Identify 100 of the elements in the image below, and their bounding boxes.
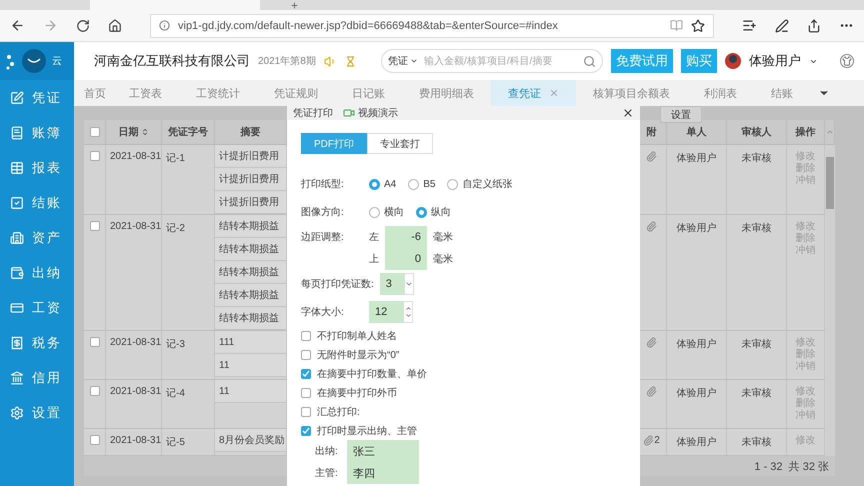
date-cell: 2021-08-31 <box>110 221 162 232</box>
radio[interactable] <box>369 178 380 190</box>
hourglass-icon[interactable] <box>344 56 356 66</box>
sidebar-item[interactable]: 设置 <box>0 395 74 430</box>
address-bar[interactable]: vip1-gd.jdy.com/default-newer.jsp?dbid=66669488&tab=&enterSource=#index <box>150 14 714 38</box>
action-link[interactable]: 修改 <box>796 435 816 447</box>
action-link[interactable]: 删除 <box>796 233 816 245</box>
checkbox-option[interactable]: 在摘要中打印数量、单价 <box>301 365 427 382</box>
avatar-icon[interactable] <box>725 53 741 69</box>
page-tab[interactable]: 查凭证 <box>491 80 576 106</box>
favorites-list-icon[interactable] <box>742 18 757 33</box>
search-scope[interactable]: 凭证 <box>388 54 418 68</box>
field-label: 打印纸型: <box>301 178 345 191</box>
checkbox-option[interactable]: 打印时显示出纳、主管 <box>301 422 417 439</box>
sidebar-item[interactable]: 工资 <box>0 290 74 325</box>
sidebar-item[interactable]: 报表 <box>0 150 74 185</box>
action-link[interactable]: 删除 <box>796 398 816 410</box>
checkbox-option[interactable]: 无附件时显示为“0” <box>301 346 400 363</box>
radio[interactable] <box>369 206 380 218</box>
radio-option[interactable]: A4 <box>369 178 396 190</box>
close-icon[interactable] <box>622 107 634 119</box>
paperclip-icon <box>646 151 657 162</box>
row-checkbox[interactable] <box>90 386 100 396</box>
action-link[interactable]: 冲销 <box>796 245 816 257</box>
page-tab[interactable]: 日记账 <box>335 80 402 106</box>
scrollbar[interactable] <box>825 145 835 456</box>
sidebar-item[interactable]: 凭证 <box>0 80 74 115</box>
radio-option[interactable]: 横向 <box>369 205 404 219</box>
page-tab[interactable]: 利润表 <box>687 80 754 106</box>
row-checkbox[interactable] <box>90 151 100 161</box>
sidebar-item[interactable]: 资产 <box>0 220 74 255</box>
summary-cell: 结转本期损益 <box>215 238 286 261</box>
back-icon[interactable] <box>10 18 25 33</box>
page-tab[interactable]: 工资表 <box>112 80 179 106</box>
radio[interactable] <box>416 206 427 218</box>
radio-option[interactable]: 自定义纸张 <box>447 177 512 191</box>
page-tab[interactable]: 核算项目余额表 <box>576 80 687 106</box>
select-all-checkbox[interactable] <box>90 127 100 137</box>
summary-cell: 计提折旧费用 <box>215 168 286 191</box>
home-icon[interactable] <box>108 18 122 32</box>
checkbox-option[interactable]: 不打印制单人姓名 <box>301 327 397 344</box>
card-icon <box>10 300 24 314</box>
radio[interactable] <box>408 178 420 190</box>
row-checkbox[interactable] <box>90 337 100 347</box>
page-tab[interactable]: 工资统计 <box>179 80 257 106</box>
margin-input[interactable]: -6 <box>385 226 427 248</box>
margin-input[interactable]: 0 <box>385 248 427 270</box>
action-link[interactable]: 删除 <box>796 163 816 175</box>
summary-cell: 计提折旧费用 <box>215 191 286 214</box>
summary-cell: 11 <box>215 354 286 377</box>
sidebar-item[interactable]: 结账 <box>0 185 74 220</box>
pen-icon[interactable] <box>775 18 789 32</box>
skin-icon[interactable] <box>840 54 854 68</box>
sidebar-item[interactable]: 账簿 <box>0 115 74 150</box>
action-link[interactable]: 修改 <box>796 221 816 233</box>
column-header[interactable]: 日期 <box>118 125 138 139</box>
refresh-icon[interactable] <box>76 18 90 32</box>
action-link[interactable]: 修改 <box>796 337 816 349</box>
action-link[interactable]: 删除 <box>796 349 816 361</box>
maker-cell: 体验用户 <box>676 437 716 448</box>
settings-button[interactable]: 设置 <box>660 106 702 123</box>
signer-input[interactable]: 张三 <box>347 440 419 462</box>
search-icon <box>583 54 596 68</box>
search-field[interactable]: 凭证 输入金额/核算项目/科目/摘要 <box>381 49 603 73</box>
share-icon[interactable] <box>807 18 821 32</box>
signer-input[interactable]: 李四 <box>347 462 419 484</box>
speaker-icon[interactable] <box>324 54 337 68</box>
radio[interactable] <box>447 178 458 190</box>
checkbox-option[interactable]: 在摘要中打印外币 <box>301 384 397 401</box>
action-link[interactable]: 修改 <box>796 386 816 398</box>
page-tab[interactable]: 费用明细表 <box>402 80 491 106</box>
sidebar-item[interactable]: 信用 <box>0 360 74 395</box>
mode-tab[interactable]: 专业套打 <box>367 133 433 154</box>
row-checkbox[interactable] <box>90 221 100 231</box>
free-trial-button[interactable]: 免费试用 <box>611 49 673 73</box>
action-link[interactable]: 修改 <box>796 151 816 163</box>
radio-option[interactable]: B5 <box>408 178 436 190</box>
page-tab[interactable]: 结账 <box>754 80 810 106</box>
sidebar-item[interactable]: 税务 <box>0 325 74 360</box>
user-name[interactable]: 体验用户 <box>749 52 801 70</box>
forward-icon[interactable] <box>43 18 58 33</box>
action-link[interactable]: 冲销 <box>796 410 816 422</box>
row-checkbox[interactable] <box>90 435 100 445</box>
page-tab[interactable]: 凭证规则 <box>257 80 335 106</box>
checkbox-option[interactable]: 汇总打印: <box>301 403 360 420</box>
sidebar-item[interactable]: 出纳 <box>0 255 74 290</box>
action-link[interactable]: 冲销 <box>796 361 816 373</box>
bank-icon <box>10 370 24 384</box>
summary-cell: 结转本期损益 <box>215 215 286 238</box>
new-tab-icon[interactable] <box>290 1 299 10</box>
favorite-icon[interactable] <box>691 18 705 32</box>
radio-option[interactable]: 纵向 <box>416 205 451 219</box>
buy-button[interactable]: 购买 <box>681 49 717 73</box>
voucher-number: 记-4 <box>166 388 185 399</box>
page-tab[interactable]: 首页 <box>78 80 112 106</box>
mode-tab[interactable]: PDF打印 <box>301 133 367 154</box>
check-square-icon <box>10 196 24 210</box>
field-label: 主管: <box>315 466 339 480</box>
video-link[interactable]: 视频演示 <box>358 106 398 120</box>
action-link[interactable]: 冲销 <box>796 175 816 187</box>
